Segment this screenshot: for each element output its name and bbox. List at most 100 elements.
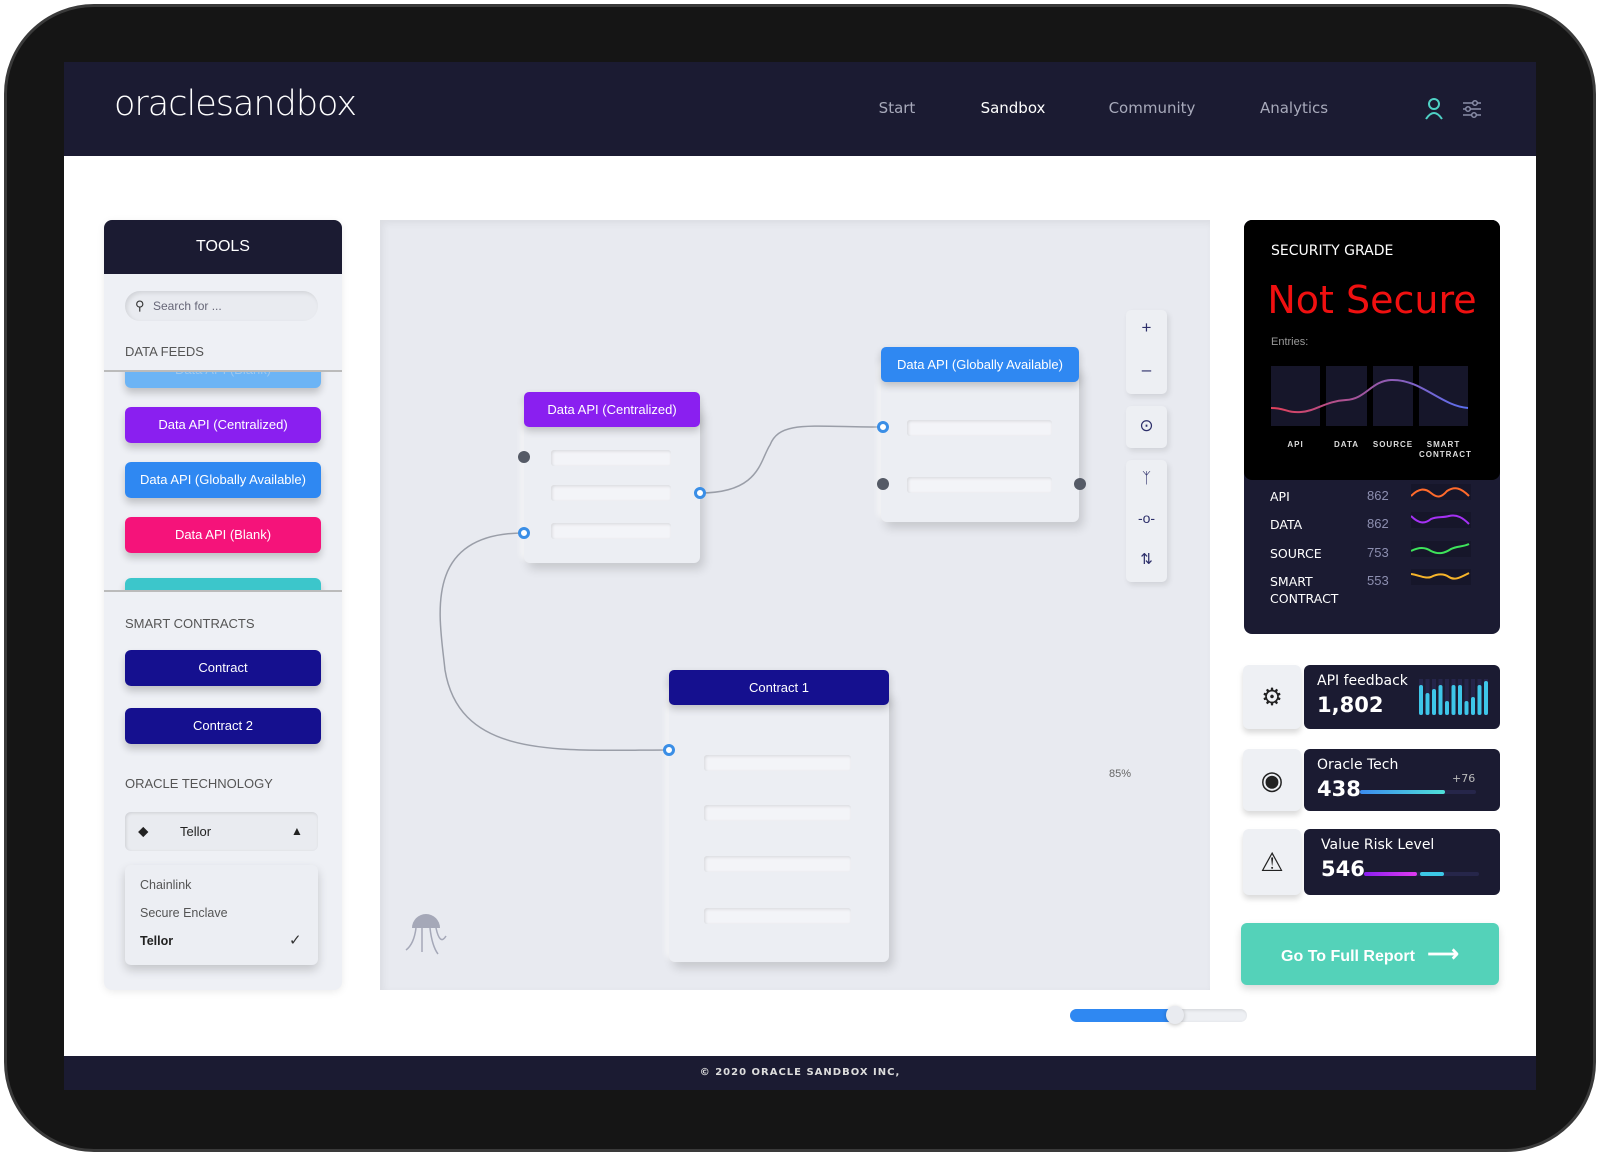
commit-icon[interactable]: -o- — [1126, 510, 1167, 526]
node-contract-1-title[interactable]: Contract 1 — [669, 670, 889, 705]
security-row-label: DATA — [1270, 517, 1303, 532]
chart-label-smart-contract: SMART CONTRACT — [1419, 440, 1472, 459]
nav-community[interactable]: Community — [1109, 99, 1196, 117]
security-row-label: SOURCE — [1270, 546, 1322, 561]
eye-icon: ◉ — [1243, 749, 1301, 811]
chart-label-source: SOURCE — [1372, 440, 1414, 449]
feedback-bar — [1458, 685, 1462, 715]
oracle-select[interactable]: ⬥ Tellor ▲ — [125, 812, 318, 851]
contract-button[interactable]: Contract — [125, 650, 321, 686]
contract-2-button[interactable]: Contract 2 — [125, 708, 321, 744]
warning-icon: ⚠ — [1243, 829, 1301, 895]
feedback-bar — [1445, 701, 1449, 715]
feed-blank-button[interactable]: Data API (Blank) — [125, 517, 321, 553]
center-group: ⊙ — [1126, 406, 1167, 448]
oracle-dropdown: Chainlink Secure Enclave Tellor ✓ — [125, 865, 318, 965]
oracle-tech-bar — [1360, 790, 1476, 794]
oracle-tech-title: Oracle Tech — [1317, 757, 1399, 773]
api-feedback-title: API feedback — [1317, 673, 1408, 689]
zoom-slider[interactable] — [1070, 1006, 1247, 1024]
logo[interactable]: oraclesandbox — [114, 84, 357, 124]
feedback-bar — [1464, 701, 1469, 715]
oracle-tech-card[interactable]: Oracle Tech 438 +76 — [1304, 749, 1500, 811]
nav-analytics[interactable]: Analytics — [1260, 99, 1328, 117]
port[interactable] — [518, 451, 530, 463]
port[interactable] — [1074, 478, 1086, 490]
port[interactable] — [518, 527, 530, 539]
gear-api-icon: ⚙ — [1243, 665, 1301, 729]
option-chainlink[interactable]: Chainlink — [140, 878, 191, 892]
security-row-value: 862 — [1367, 488, 1389, 503]
app-screen: oraclesandbox Start Sandbox Community An… — [64, 62, 1536, 1090]
nav-start[interactable]: Start — [879, 99, 916, 117]
top-nav: oraclesandbox Start Sandbox Community An… — [64, 62, 1536, 156]
port[interactable] — [877, 421, 889, 433]
feed-teal-partial[interactable] — [125, 578, 321, 590]
check-icon: ✓ — [289, 932, 302, 949]
go-to-full-report-button[interactable]: Go To Full Report ⟶ — [1241, 923, 1499, 985]
feedback-bar — [1425, 693, 1430, 715]
jellyfish-logo-icon — [405, 914, 447, 955]
node-global[interactable] — [881, 365, 1079, 522]
sandbox-canvas[interactable]: Data API (Centralized) Data API (Globall… — [380, 220, 1247, 1024]
connection-line — [439, 532, 670, 752]
security-row-label: API — [1270, 489, 1290, 504]
security-row-value: 862 — [1367, 516, 1389, 531]
node-global-title[interactable]: Data API (Globally Available) — [881, 347, 1079, 382]
search-input[interactable]: ⚲ Search for ... — [125, 291, 318, 321]
search-placeholder: Search for ... — [153, 299, 222, 313]
footer: © 2020 ORACLE SANDBOX INC, — [64, 1056, 1536, 1090]
target-icon[interactable]: ⊙ — [1126, 416, 1167, 436]
tools-title: TOOLS — [104, 220, 342, 274]
chart-label-api: API — [1287, 440, 1304, 449]
value-risk-card[interactable]: Value Risk Level 546 — [1304, 829, 1500, 895]
chart-column — [1419, 366, 1468, 426]
zoom-in-icon[interactable]: + — [1126, 318, 1167, 338]
oracle-selected-value: Tellor — [180, 824, 212, 839]
data-feeds-label: DATA FEEDS — [125, 344, 204, 359]
feed-blank-partial[interactable]: Data API (Blank) — [125, 372, 321, 388]
option-tellor[interactable]: Tellor — [140, 934, 173, 948]
entries-label: Entries: — [1271, 336, 1309, 348]
port[interactable] — [663, 744, 675, 756]
api-feedback-card[interactable]: API feedback 1,802 — [1304, 665, 1500, 729]
feedback-bar — [1484, 681, 1488, 715]
feed-centralized-button[interactable]: Data API (Centralized) — [125, 407, 321, 443]
feed-global-button[interactable]: Data API (Globally Available) — [125, 462, 321, 498]
option-secure-enclave[interactable]: Secure Enclave — [140, 906, 228, 920]
report-button-label: Go To Full Report — [1281, 948, 1415, 965]
branch-icon[interactable]: ᛉ — [1126, 470, 1167, 487]
security-row-value: 753 — [1367, 545, 1389, 560]
feedback-bar — [1419, 685, 1423, 715]
node-centralized-title[interactable]: Data API (Centralized) — [524, 392, 700, 427]
chart-label-data: DATA — [1333, 440, 1360, 449]
oracle-tech-delta: +76 — [1452, 772, 1476, 785]
zoom-label: 85% — [1108, 768, 1132, 780]
node-centralized[interactable] — [524, 405, 700, 563]
node-contract-1[interactable] — [669, 690, 889, 962]
search-icon: ⚲ — [135, 298, 145, 313]
chart-column — [1373, 366, 1413, 426]
arrow-right-icon: ⟶ — [1427, 941, 1459, 966]
port[interactable] — [694, 487, 706, 499]
chart-column — [1271, 366, 1320, 426]
sliders-icon[interactable] — [1462, 99, 1482, 119]
security-row-label: SMART CONTRACT — [1270, 574, 1339, 606]
security-row-value: 553 — [1367, 573, 1389, 588]
zoom-slider-thumb[interactable] — [1166, 1006, 1185, 1024]
port[interactable] — [877, 478, 889, 490]
nav-sandbox[interactable]: Sandbox — [981, 99, 1046, 117]
zoom-slider-fill — [1070, 1009, 1176, 1022]
pull-request-icon[interactable]: ⇅ — [1126, 550, 1167, 568]
zoom-group: + – — [1126, 310, 1167, 394]
security-row-sparkline — [1411, 569, 1471, 585]
user-icon[interactable] — [1424, 98, 1444, 120]
oracle-technology-label: ORACLE TECHNOLOGY — [125, 776, 273, 791]
feedback-bar — [1451, 685, 1456, 715]
value-risk-title: Value Risk Level — [1321, 837, 1435, 853]
security-grade-card: SECURITY GRADE Not Secure Entries: API D… — [1244, 220, 1500, 634]
security-row: SMART CONTRACT 553 — [1244, 569, 1500, 606]
feedback-bar — [1471, 697, 1475, 715]
data-feeds-list[interactable]: Data API (Blank) Data API (Centralized) … — [104, 370, 342, 592]
zoom-out-icon[interactable]: – — [1126, 360, 1167, 380]
